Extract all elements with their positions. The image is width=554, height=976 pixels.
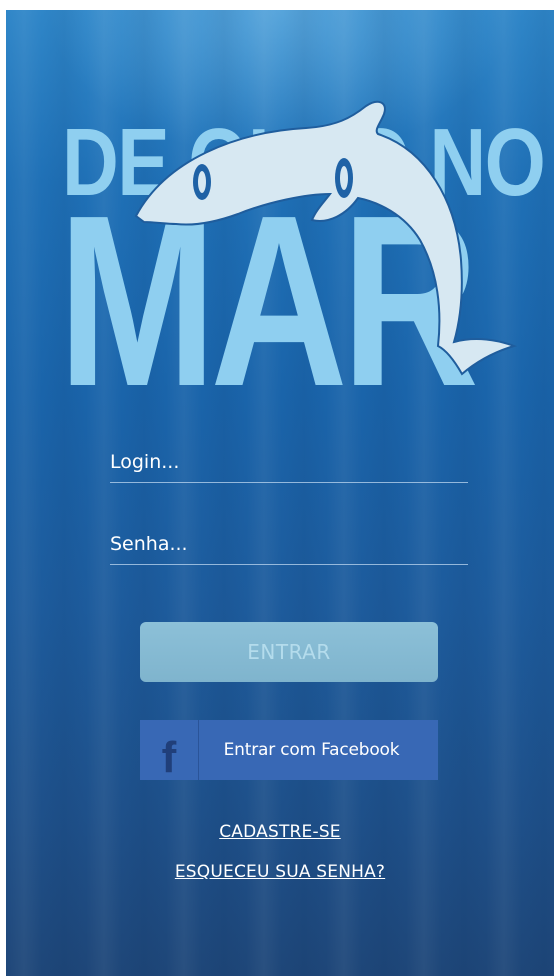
cadastre-link[interactable]: CADASTRE-SE [6,822,554,842]
facebook-icon: f [140,720,199,780]
senha-field[interactable] [110,524,468,565]
login-input[interactable] [110,442,468,482]
dolphin-body [134,100,518,376]
dolphin-eye-highlight [198,171,206,193]
dolphin-icon [134,100,518,376]
facebook-button-label: Entrar com Facebook [223,740,400,760]
facebook-login-button[interactable]: f Entrar com Facebook [140,720,438,780]
app-logo: DE OLHO NO MAR [6,10,554,423]
dolphin-spot-highlight [340,166,348,190]
login-field[interactable] [110,442,468,483]
forgot-password-link[interactable]: ESQUECEU SUA SENHA? [6,862,554,882]
login-screen: DE OLHO NO MAR ENTRAR f Entrar com Faceb… [6,10,554,976]
facebook-glyph: f [161,733,177,781]
password-input[interactable] [110,524,468,564]
entrar-button[interactable]: ENTRAR [140,622,438,682]
